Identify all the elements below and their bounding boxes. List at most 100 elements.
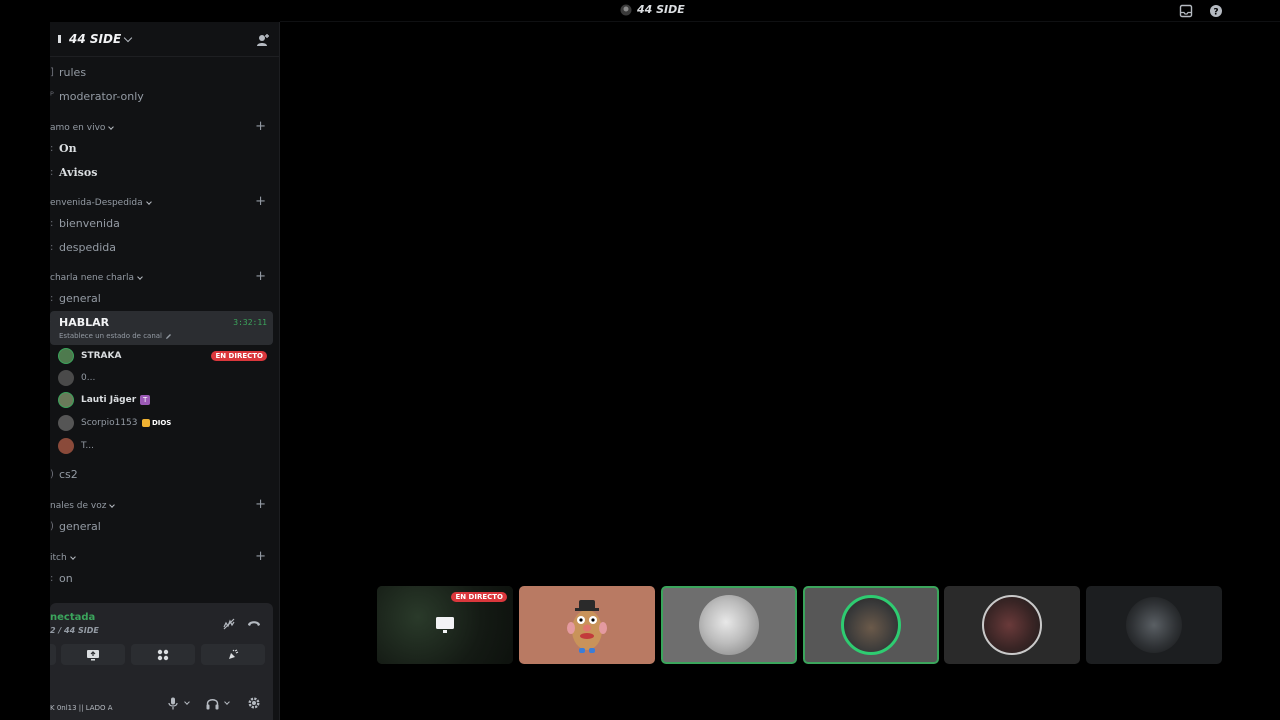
member-name: T... (81, 441, 95, 451)
category-bienvenida[interactable]: envenida-Despedida + (50, 195, 272, 211)
channel-rules[interactable]: ] rules (50, 62, 86, 82)
channel-sidebar: 44 SIDE ] rules ᴾ moderator-only amo en … (50, 22, 280, 720)
role-tag-text: DIOS (151, 419, 172, 427)
category-label: nales de voz (50, 501, 107, 511)
add-channel-icon[interactable]: + (255, 120, 266, 134)
voice-member[interactable]: T... (58, 437, 94, 455)
chevron-down-icon (109, 502, 116, 508)
chevron-down-icon (69, 554, 76, 560)
category-twitch[interactable]: itch + (50, 550, 272, 566)
pencil-icon (166, 333, 172, 339)
inbox-icon[interactable] (1179, 4, 1193, 18)
channel-status[interactable]: Establece un estado de canal (59, 332, 172, 340)
server-icon (620, 4, 632, 15)
add-channel-icon[interactable]: + (255, 550, 266, 564)
voice-member[interactable]: Lauti Jäger T (58, 391, 151, 409)
help-icon[interactable]: ? (1209, 4, 1223, 18)
channel-name: general (59, 291, 101, 305)
chevron-down-icon[interactable] (224, 699, 230, 705)
disconnect-icon[interactable] (247, 618, 261, 630)
channel-voice-general[interactable]: ) general (50, 516, 101, 536)
screen-share-button[interactable] (61, 644, 125, 665)
channel-status-placeholder: Establece un estado de canal (59, 332, 163, 340)
speaker-icon: ) (50, 468, 54, 480)
voice-member[interactable]: STRAKA EN DIRECTO (58, 347, 273, 365)
channel-name: On (59, 141, 77, 155)
username[interactable]: K 0nl13 || LADO A (50, 704, 113, 712)
channel-name: rules (59, 65, 87, 79)
soundboard-button[interactable] (201, 644, 265, 665)
voice-timer: 3:32:11 (233, 318, 267, 327)
text-channel-icon: : (50, 217, 54, 229)
text-channel-icon: : (50, 166, 54, 178)
speaker-icon: ) (50, 317, 51, 328)
category-label: envenida-Despedida (50, 198, 143, 208)
channel-name: Avisos (59, 165, 98, 179)
category-label: amo en vivo (50, 123, 106, 133)
member-name: STRAKA (81, 351, 122, 361)
voice-connected-status[interactable]: nectada (50, 612, 95, 623)
soundboard-icon (229, 649, 239, 659)
live-badge: EN DIRECTO (211, 351, 267, 361)
voice-member[interactable]: 0... (58, 369, 95, 387)
deafen-toggle[interactable] (206, 695, 230, 711)
microphone-icon (168, 697, 178, 709)
chevron-down-icon[interactable] (184, 699, 190, 705)
channel-name: cs2 (59, 467, 78, 481)
settings-gear-icon[interactable] (247, 696, 261, 710)
user-avatar-tile[interactable] (803, 586, 939, 664)
avatar (58, 438, 74, 454)
voice-member[interactable]: Scorpio1153 DIOS (58, 414, 171, 432)
category-charla[interactable]: charla nene charla + (50, 270, 272, 286)
svg-text:?: ? (1213, 8, 1218, 18)
avatar (58, 348, 74, 364)
channel-on[interactable]: : On (50, 138, 77, 158)
channel-name: general (59, 519, 101, 533)
mr-potato-head-tile[interactable] (519, 586, 655, 664)
text-channel-icon: : (50, 572, 54, 584)
channel-general[interactable]: : general (50, 288, 101, 308)
add-channel-icon[interactable]: + (255, 195, 266, 209)
window-title: 44 SIDE (620, 3, 685, 16)
voice-connected-server: 2 / 44 SIDE (50, 626, 99, 635)
add-channel-icon[interactable]: + (255, 270, 266, 284)
live-badge: EN DIRECTO (451, 592, 507, 602)
rules-icon: ] (50, 66, 54, 78)
member-name: 0... (81, 373, 96, 383)
category-en-vivo[interactable]: amo en vivo + (50, 120, 272, 136)
cat-tile[interactable] (661, 586, 797, 664)
server-header[interactable]: 44 SIDE (50, 22, 279, 57)
noise-suppression-icon[interactable] (222, 617, 236, 631)
channel-avisos[interactable]: : Avisos (50, 162, 97, 182)
red-avatar-tile[interactable] (944, 586, 1080, 664)
category-label: charla nene charla (50, 273, 134, 283)
avatar (58, 370, 74, 386)
channel-despedida[interactable]: : despedida (50, 237, 116, 257)
category-label: itch (50, 553, 67, 563)
soldiers-avatar-tile[interactable] (1086, 586, 1222, 664)
text-channel-icon: : (50, 142, 54, 154)
invite-member-icon[interactable] (256, 33, 270, 47)
activities-icon (157, 649, 169, 660)
channel-name: despedida (59, 240, 116, 254)
soldiers-avatar (1126, 597, 1182, 653)
member-name: Lauti Jäger (81, 395, 137, 405)
channel-moderator-only[interactable]: ᴾ moderator-only (50, 86, 144, 106)
mute-toggle[interactable] (168, 695, 190, 711)
channel-cs2[interactable]: ) cs2 (50, 464, 78, 484)
chevron-down-icon (137, 274, 143, 280)
potato-avatar (567, 600, 607, 653)
category-voz[interactable]: nales de voz + (50, 498, 272, 514)
role-tag: DIOS (141, 419, 172, 427)
voice-user-panel: nectada 2 / 44 SIDE K 0nl13 || LADO A (50, 603, 273, 720)
add-channel-icon[interactable]: + (255, 498, 266, 512)
chevron-down-icon (145, 199, 152, 205)
activities-button[interactable] (131, 644, 195, 665)
camera-button[interactable] (50, 644, 56, 665)
channel-twitch-on[interactable]: : on (50, 568, 73, 588)
channel-bienvenida[interactable]: : bienvenida (50, 213, 120, 233)
channel-name: on (59, 571, 73, 585)
voice-channel-hablar[interactable]: ) HABLAR 3:32:11 Establece un estado de … (50, 311, 273, 345)
screen-share-tile[interactable]: EN DIRECTO (377, 586, 513, 664)
screen-share-icon (87, 649, 99, 660)
